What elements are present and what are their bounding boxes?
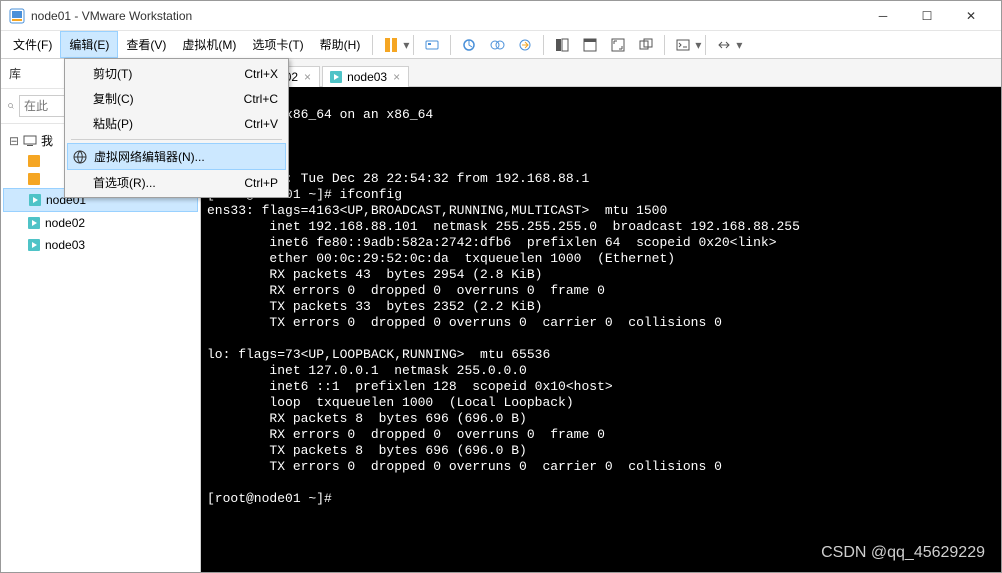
collapse-icon[interactable]: ⊟ <box>9 132 19 150</box>
tree-root-label: 我 <box>41 132 53 150</box>
toolbar-separator <box>372 35 373 55</box>
search-icon <box>7 99 15 113</box>
dropdown-caret-icon[interactable]: ▾ <box>736 38 742 52</box>
unity-icon[interactable] <box>634 33 658 57</box>
toolbar-separator <box>664 35 665 55</box>
send-ctrl-alt-del-icon[interactable] <box>420 33 444 57</box>
toolbar-separator <box>413 35 414 55</box>
tab-strip: node02 × node03 × <box>201 59 1001 87</box>
edit-menu-dropdown: 剪切(T) Ctrl+X 复制(C) Ctrl+C 粘贴(P) Ctrl+V 虚… <box>64 58 289 198</box>
tab-node03[interactable]: node03 × <box>322 66 409 87</box>
menu-item-shortcut: Ctrl+V <box>244 117 278 131</box>
dropdown-caret-icon[interactable]: ▾ <box>403 38 409 52</box>
fullscreen-icon[interactable] <box>606 33 630 57</box>
menu-item-shortcut: Ctrl+P <box>244 176 278 190</box>
vm-running-icon <box>27 216 41 230</box>
menu-item-preferences[interactable]: 首选项(R)... Ctrl+P <box>67 170 286 195</box>
toolbar-separator <box>543 35 544 55</box>
tree-node-label: node02 <box>45 214 85 232</box>
toolbar-separator <box>705 35 706 55</box>
vm-icon <box>27 172 41 186</box>
menu-tabs[interactable]: 选项卡(T) <box>244 32 311 57</box>
menu-item-label: 复制(C) <box>93 90 134 107</box>
menu-item-label: 粘贴(P) <box>93 115 133 132</box>
menubar: 文件(F) 编辑(E) 查看(V) 虚拟机(M) 选项卡(T) 帮助(H) ▾ … <box>1 31 1001 59</box>
vmware-icon <box>9 8 25 24</box>
menu-separator <box>71 139 282 140</box>
tree-node-label: node03 <box>45 236 85 254</box>
console-icon[interactable] <box>671 33 695 57</box>
vm-running-icon <box>28 193 42 207</box>
vm-icon <box>27 154 41 168</box>
pause-button[interactable] <box>379 33 403 57</box>
terminal-output[interactable]: : 7 (Core) 0-957.el7.x86_64 on an x86_64… <box>201 87 1001 572</box>
menu-item-virtual-network-editor[interactable]: 虚拟网络编辑器(N)... <box>67 143 286 170</box>
thumbnail-view-icon[interactable] <box>550 33 574 57</box>
tab-label: node03 <box>347 70 387 84</box>
tree-node-node02[interactable]: node02 <box>3 212 198 234</box>
toolbar-separator <box>450 35 451 55</box>
menu-file[interactable]: 文件(F) <box>5 32 60 57</box>
titlebar: node01 - VMware Workstation ─ ☐ ✕ <box>1 1 1001 31</box>
menu-item-shortcut: Ctrl+X <box>244 67 278 81</box>
menu-item-paste[interactable]: 粘贴(P) Ctrl+V <box>67 111 286 136</box>
globe-icon <box>72 149 88 165</box>
single-view-icon[interactable] <box>578 33 602 57</box>
window-title: node01 - VMware Workstation <box>31 9 861 23</box>
stretch-icon[interactable] <box>712 33 736 57</box>
snapshot-icon[interactable] <box>457 33 481 57</box>
dropdown-caret-icon[interactable]: ▾ <box>695 38 701 52</box>
library-label: 库 <box>9 65 21 82</box>
menu-item-copy[interactable]: 复制(C) Ctrl+C <box>67 86 286 111</box>
maximize-button[interactable]: ☐ <box>905 1 949 31</box>
menu-vm[interactable]: 虚拟机(M) <box>174 32 244 57</box>
snapshot-manager-icon[interactable] <box>485 33 509 57</box>
menu-view[interactable]: 查看(V) <box>118 32 174 57</box>
menu-item-shortcut: Ctrl+C <box>244 92 278 106</box>
computer-icon <box>23 134 37 148</box>
menu-help[interactable]: 帮助(H) <box>312 32 369 57</box>
menu-item-label: 虚拟网络编辑器(N)... <box>94 148 205 165</box>
menu-edit[interactable]: 编辑(E) <box>60 31 118 58</box>
menu-item-label: 剪切(T) <box>93 65 132 82</box>
vm-running-icon <box>329 70 343 84</box>
menu-item-label: 首选项(R)... <box>93 174 156 191</box>
main-area: node02 × node03 × : 7 (Core) 0-957.el7.x… <box>201 59 1001 572</box>
vm-running-icon <box>27 238 41 252</box>
tab-close-icon[interactable]: × <box>302 70 313 84</box>
close-button[interactable]: ✕ <box>949 1 993 31</box>
minimize-button[interactable]: ─ <box>861 1 905 31</box>
menu-item-cut[interactable]: 剪切(T) Ctrl+X <box>67 61 286 86</box>
revert-snapshot-icon[interactable] <box>513 33 537 57</box>
tab-close-icon[interactable]: × <box>391 70 402 84</box>
tree-node-node03[interactable]: node03 <box>3 234 198 256</box>
